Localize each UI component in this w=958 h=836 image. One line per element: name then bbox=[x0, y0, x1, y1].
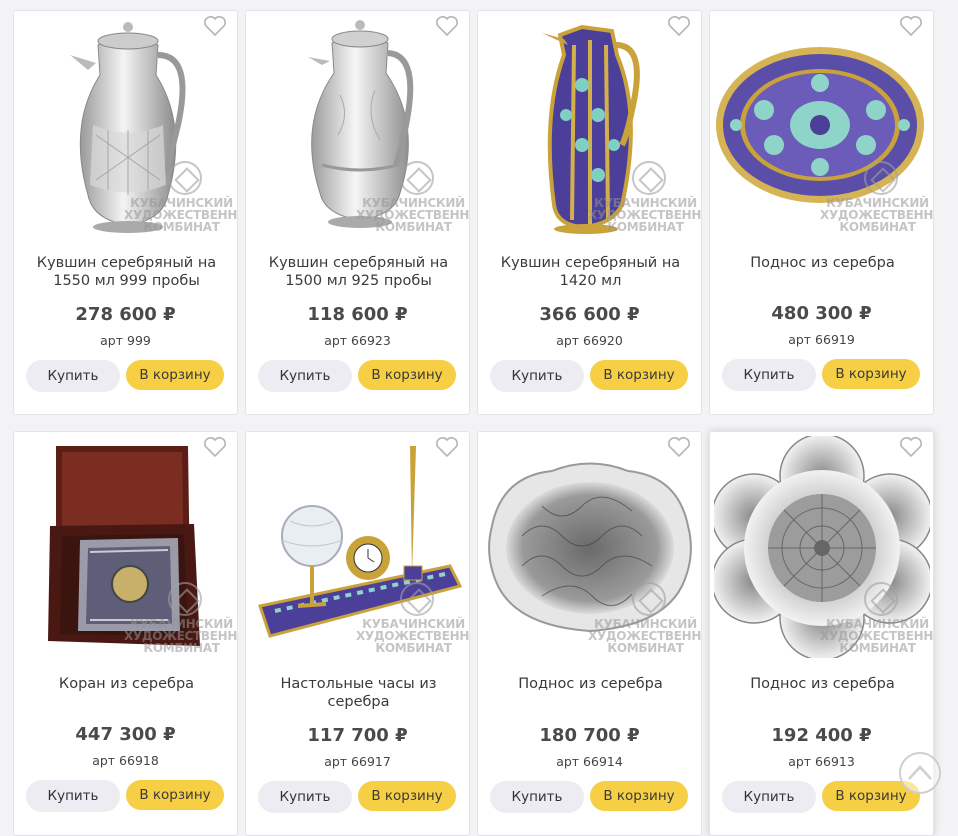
watermark-line: КОМБИНАТ bbox=[607, 641, 684, 655]
product-card[interactable]: КУБАЧИНСКИЙ ХУДОЖЕСТВЕННЫЙ КОМБИНАТ Подн… bbox=[477, 431, 702, 836]
product-article: арт 66918 bbox=[92, 753, 159, 768]
logo-icon bbox=[168, 161, 202, 195]
watermark-logo: КУБАЧИНСКИЙ ХУДОЖЕСТВЕННЫЙ КОМБИНАТ bbox=[820, 161, 933, 241]
product-price: 480 300 ₽ bbox=[771, 303, 872, 324]
product-price: 192 400 ₽ bbox=[771, 725, 872, 746]
buy-button[interactable]: Купить bbox=[258, 781, 352, 813]
product-title[interactable]: Коран из серебра bbox=[24, 675, 229, 693]
watermark-logo: КУБАЧИНСКИЙ ХУДОЖЕСТВЕННЫЙ КОМБИНАТ bbox=[820, 582, 933, 662]
watermark-logo: КУБАЧИНСКИЙ ХУДОЖЕСТВЕННЫЙ КОМБИНАТ bbox=[356, 161, 469, 241]
favorite-heart-icon[interactable] bbox=[435, 436, 459, 460]
add-to-cart-button[interactable]: В корзину bbox=[126, 360, 224, 390]
product-card[interactable]: КУБАЧИНСКИЙ ХУДОЖЕСТВЕННЫЙ КОМБИНАТ Кувш… bbox=[13, 10, 238, 415]
product-price: 366 600 ₽ bbox=[539, 304, 640, 325]
product-title[interactable]: Настольные часы из серебра bbox=[256, 675, 461, 711]
buy-button[interactable]: Купить bbox=[490, 781, 584, 813]
watermark-logo: КУБАЧИНСКИЙ ХУДОЖЕСТВЕННЫЙ КОМБИНАТ bbox=[124, 582, 237, 662]
product-article: арт 66914 bbox=[556, 754, 623, 769]
product-price: 278 600 ₽ bbox=[75, 304, 176, 325]
watermark-line: КОМБИНАТ bbox=[839, 220, 916, 234]
logo-icon bbox=[864, 161, 898, 195]
favorite-heart-icon[interactable] bbox=[667, 436, 691, 460]
product-title[interactable]: Кувшин серебряный на 1420 мл bbox=[488, 254, 693, 290]
buy-button[interactable]: Купить bbox=[258, 360, 352, 392]
buy-button[interactable]: Купить bbox=[490, 360, 584, 392]
product-article: арт 66923 bbox=[324, 333, 391, 348]
logo-icon bbox=[168, 582, 202, 616]
product-price: 180 700 ₽ bbox=[539, 725, 640, 746]
product-price: 447 300 ₽ bbox=[75, 724, 176, 745]
chevron-up-icon bbox=[908, 765, 932, 780]
product-title[interactable]: Кувшин серебряный на 1500 мл 925 пробы bbox=[256, 254, 461, 290]
add-to-cart-button[interactable]: В корзину bbox=[358, 360, 456, 390]
add-to-cart-button[interactable]: В корзину bbox=[126, 780, 224, 810]
watermark-line: КОМБИНАТ bbox=[607, 220, 684, 234]
watermark-logo: КУБАЧИНСКИЙ ХУДОЖЕСТВЕННЫЙ КОМБИНАТ bbox=[124, 161, 237, 241]
buy-button[interactable]: Купить bbox=[722, 359, 816, 391]
product-article: арт 999 bbox=[100, 333, 151, 348]
logo-icon bbox=[400, 161, 434, 195]
watermark-logo: КУБАЧИНСКИЙ ХУДОЖЕСТВЕННЫЙ КОМБИНАТ bbox=[588, 582, 701, 662]
buy-button[interactable]: Купить bbox=[26, 780, 120, 812]
watermark-logo: КУБАЧИНСКИЙ ХУДОЖЕСТВЕННЫЙ КОМБИНАТ bbox=[588, 161, 701, 241]
scroll-to-top-button[interactable] bbox=[899, 752, 941, 794]
product-title[interactable]: Поднос из серебра bbox=[720, 254, 925, 272]
logo-icon bbox=[632, 582, 666, 616]
logo-icon bbox=[400, 582, 434, 616]
product-title[interactable]: Поднос из серебра bbox=[488, 675, 693, 693]
watermark-line: КОМБИНАТ bbox=[375, 641, 452, 655]
watermark-logo: КУБАЧИНСКИЙ ХУДОЖЕСТВЕННЫЙ КОМБИНАТ bbox=[356, 582, 469, 662]
product-title[interactable]: Кувшин серебряный на 1550 мл 999 пробы bbox=[24, 254, 229, 290]
product-article: арт 66919 bbox=[788, 332, 855, 347]
buy-button[interactable]: Купить bbox=[722, 781, 816, 813]
product-title[interactable]: Поднос из серебра bbox=[720, 675, 925, 693]
buy-button[interactable]: Купить bbox=[26, 360, 120, 392]
add-to-cart-button[interactable]: В корзину bbox=[358, 781, 456, 811]
product-card[interactable]: КУБАЧИНСКИЙ ХУДОЖЕСТВЕННЫЙ КОМБИНАТ Кора… bbox=[13, 431, 238, 836]
watermark-line: КОМБИНАТ bbox=[375, 220, 452, 234]
favorite-heart-icon[interactable] bbox=[203, 436, 227, 460]
product-card[interactable]: КУБАЧИНСКИЙ ХУДОЖЕСТВЕННЫЙ КОМБИНАТ Подн… bbox=[709, 10, 934, 415]
favorite-heart-icon[interactable] bbox=[435, 15, 459, 39]
product-article: арт 66917 bbox=[324, 754, 391, 769]
product-card[interactable]: КУБАЧИНСКИЙ ХУДОЖЕСТВЕННЫЙ КОМБИНАТ Наст… bbox=[245, 431, 470, 836]
watermark-line: КОМБИНАТ bbox=[839, 641, 916, 655]
favorite-heart-icon[interactable] bbox=[203, 15, 227, 39]
logo-icon bbox=[864, 582, 898, 616]
add-to-cart-button[interactable]: В корзину bbox=[590, 360, 688, 390]
watermark-line: КОМБИНАТ bbox=[143, 641, 220, 655]
favorite-heart-icon[interactable] bbox=[667, 15, 691, 39]
add-to-cart-button[interactable]: В корзину bbox=[590, 781, 688, 811]
favorite-heart-icon[interactable] bbox=[899, 15, 923, 39]
product-price: 118 600 ₽ bbox=[307, 304, 408, 325]
product-card[interactable]: КУБАЧИНСКИЙ ХУДОЖЕСТВЕННЫЙ КОМБИНАТ Кувш… bbox=[245, 10, 470, 415]
product-article: арт 66920 bbox=[556, 333, 623, 348]
logo-icon bbox=[632, 161, 666, 195]
favorite-heart-icon[interactable] bbox=[899, 436, 923, 460]
add-to-cart-button[interactable]: В корзину bbox=[822, 359, 920, 389]
product-card[interactable]: КУБАЧИНСКИЙ ХУДОЖЕСТВЕННЫЙ КОМБИНАТ Кувш… bbox=[477, 10, 702, 415]
product-price: 117 700 ₽ bbox=[307, 725, 408, 746]
watermark-line: КОМБИНАТ bbox=[143, 220, 220, 234]
